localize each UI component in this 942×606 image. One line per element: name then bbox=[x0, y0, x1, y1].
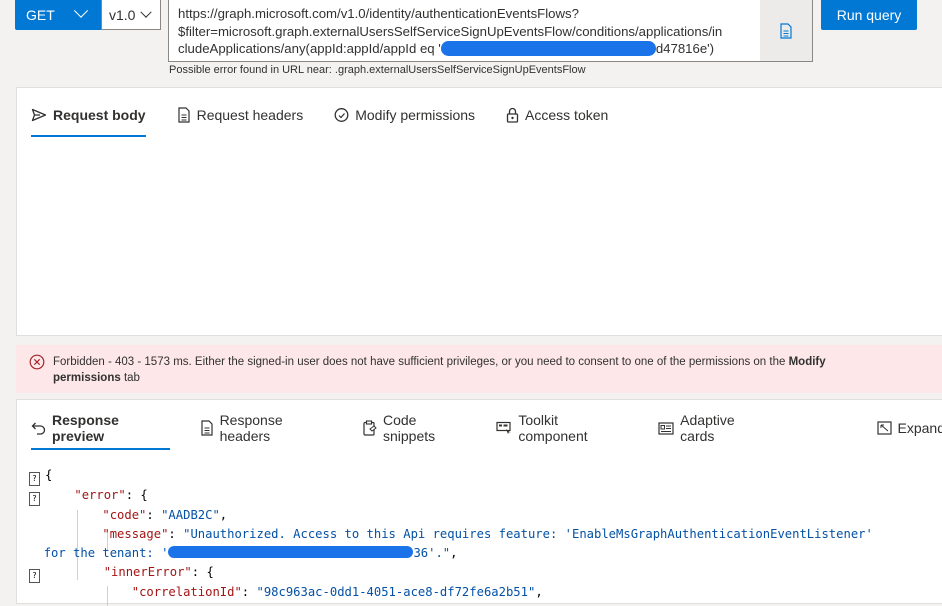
url-input[interactable]: https://graph.microsoft.com/v1.0/identit… bbox=[168, 0, 813, 62]
tab-label: Response preview bbox=[52, 412, 170, 444]
modify-permissions-link: Modify bbox=[789, 356, 826, 368]
response-panel: Response preview Response headers Code s… bbox=[16, 399, 942, 604]
component-icon bbox=[496, 421, 512, 435]
response-tabs: Response preview Response headers Code s… bbox=[31, 411, 942, 445]
tab-label: Modify permissions bbox=[355, 107, 475, 123]
api-version-dropdown[interactable]: v1.0 bbox=[101, 0, 161, 30]
tab-label: Expand bbox=[898, 420, 942, 436]
url-doc-button[interactable] bbox=[760, 0, 812, 61]
tab-label: Request body bbox=[53, 107, 146, 123]
tab-toolkit-component[interactable]: Toolkit component bbox=[496, 411, 626, 445]
tab-label: Response headers bbox=[220, 412, 332, 444]
redacted-tenant-id bbox=[168, 546, 413, 558]
json-key-code: "code" bbox=[102, 508, 146, 522]
error-icon bbox=[29, 354, 45, 370]
json-brace: { bbox=[45, 468, 52, 482]
document-icon bbox=[200, 420, 214, 436]
expand-icon bbox=[877, 421, 892, 435]
tab-adaptive-cards[interactable]: Adaptive cards bbox=[658, 411, 768, 445]
run-query-button[interactable]: Run query bbox=[821, 0, 917, 30]
undo-icon bbox=[31, 421, 46, 435]
tab-modify-permissions[interactable]: Modify permissions bbox=[334, 98, 475, 132]
tab-response-headers[interactable]: Response headers bbox=[200, 411, 332, 445]
document-icon bbox=[779, 23, 793, 39]
tab-request-body[interactable]: Request body bbox=[31, 98, 146, 132]
error-message-bar: Forbidden - 403 - 1573 ms. Either the si… bbox=[16, 345, 942, 393]
redacted-app-id: xxxxxxxxxxxxxxxxxxxxxxxxxxxxxxxx bbox=[441, 41, 656, 56]
chevron-down-icon bbox=[140, 6, 151, 17]
json-value-correlationid: "98c963ac-0dd1-4051-ace8-df72fe6a2b51" bbox=[256, 585, 535, 599]
tab-label: Access token bbox=[525, 107, 608, 123]
json-key-error: "error" bbox=[74, 488, 125, 502]
json-value-message-end: 36'." bbox=[413, 546, 450, 560]
chevron-down-icon bbox=[74, 4, 88, 18]
shield-icon bbox=[334, 107, 349, 123]
url-line-2: $filter=microsoft.graph.externalUsersSel… bbox=[178, 24, 722, 39]
permissions-link: permissions bbox=[53, 372, 121, 384]
error-message-text: Forbidden - 403 - 1573 ms. Either the si… bbox=[53, 354, 903, 386]
http-method-dropdown[interactable]: GET bbox=[15, 0, 102, 30]
json-key-innererror: "innerError" bbox=[104, 565, 192, 579]
error-text: Forbidden - 403 - 1573 ms. Either the si… bbox=[53, 356, 789, 368]
error-text-end: tab bbox=[121, 372, 140, 384]
url-line-3: cludeApplications/any(appId:appId/appId … bbox=[178, 41, 441, 56]
url-line-3-end: d47816e') bbox=[656, 41, 714, 56]
json-value-message-cont: for the tenant: ' bbox=[44, 546, 169, 560]
send-icon bbox=[31, 108, 47, 122]
fold-toggle-icon[interactable]: ? bbox=[29, 492, 40, 506]
tab-access-token[interactable]: Access token bbox=[506, 98, 608, 132]
tab-label: Adaptive cards bbox=[680, 412, 768, 444]
tab-request-headers[interactable]: Request headers bbox=[177, 98, 304, 132]
document-icon bbox=[177, 107, 191, 123]
tab-response-preview[interactable]: Response preview bbox=[31, 411, 170, 445]
url-text[interactable]: https://graph.microsoft.com/v1.0/identit… bbox=[178, 5, 761, 58]
card-icon bbox=[658, 422, 674, 435]
http-method-label: GET bbox=[26, 7, 55, 23]
lock-icon bbox=[506, 107, 519, 123]
tab-code-snippets[interactable]: Code snippets bbox=[362, 411, 468, 445]
fold-toggle-icon[interactable]: ? bbox=[29, 472, 40, 486]
api-version-label: v1.0 bbox=[109, 7, 135, 23]
request-panel: Request body Request headers Modify perm… bbox=[16, 87, 942, 336]
fold-toggle-icon[interactable]: ? bbox=[29, 569, 40, 583]
tab-label: Toolkit component bbox=[518, 412, 626, 444]
request-tabs: Request body Request headers Modify perm… bbox=[31, 98, 639, 132]
response-json: ?{ ? "error": { "code": "AADB2C", "messa… bbox=[29, 466, 873, 602]
url-warning: Possible error found in URL near: .graph… bbox=[169, 64, 586, 76]
json-value-message: "Unauthorized. Access to this Api requir… bbox=[183, 527, 873, 541]
url-line-1: https://graph.microsoft.com/v1.0/identit… bbox=[178, 6, 579, 21]
json-key-correlationid: "correlationId" bbox=[132, 585, 242, 599]
tab-label: Code snippets bbox=[383, 412, 468, 444]
tab-label: Request headers bbox=[197, 107, 304, 123]
tab-expand[interactable]: Expand bbox=[877, 411, 942, 445]
clipboard-icon bbox=[362, 420, 377, 436]
json-key-message: "message" bbox=[102, 527, 168, 541]
json-value-code: "AADB2C" bbox=[161, 508, 220, 522]
